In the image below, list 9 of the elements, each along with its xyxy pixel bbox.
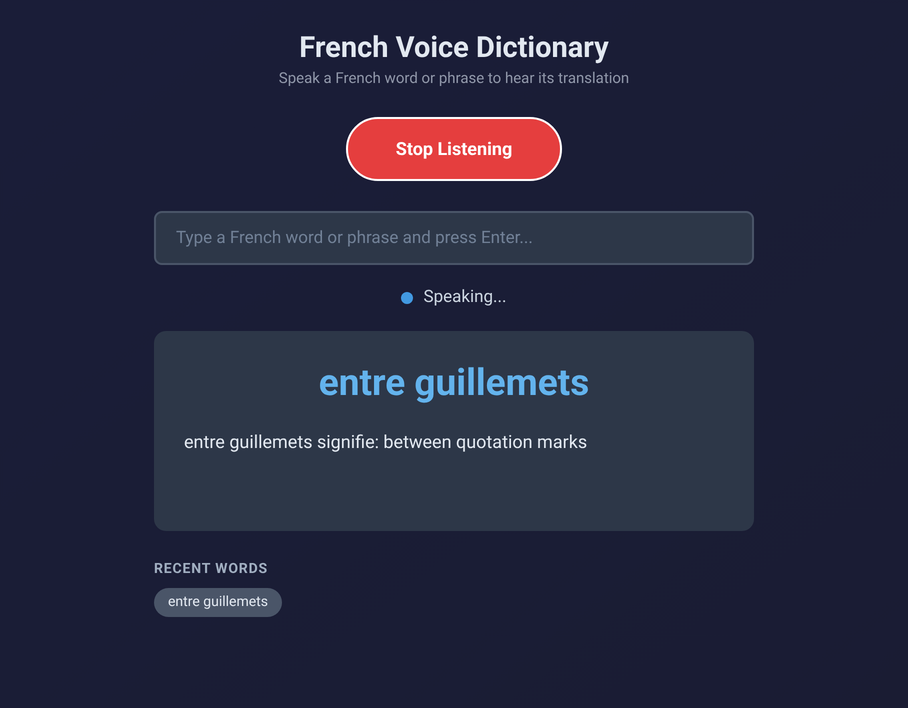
page-title: French Voice Dictionary [299,30,609,67]
translation-text: entre guillemets signifie: between quotation marks [184,430,588,454]
recent-word-chip[interactable]: entre guillemets [154,588,282,616]
search-field[interactable]: Type a French word or phrase and press Enter... [154,211,754,265]
status-text: Speaking... [423,286,507,309]
result-word: entre guillemets [318,360,590,406]
page-subtitle: Speak a French word or phrase to hear its translation [278,68,630,88]
stop-listening-button[interactable]: Stop Listening [346,117,562,181]
recent-words-heading: RECENT WORDS [154,560,268,578]
